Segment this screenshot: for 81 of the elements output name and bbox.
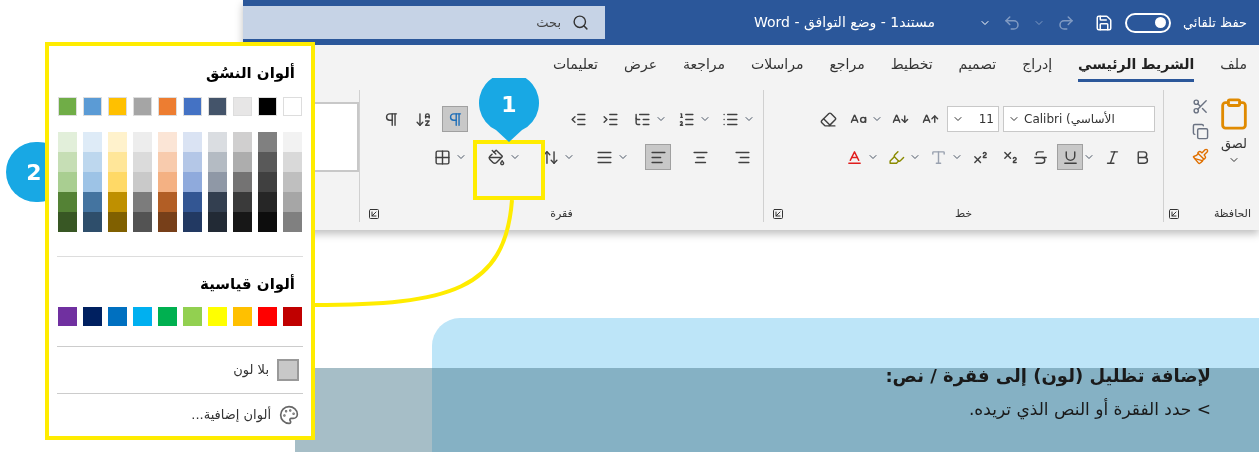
autosave-toggle[interactable] xyxy=(1125,12,1171,33)
color-swatch[interactable] xyxy=(283,96,302,116)
color-swatch[interactable] xyxy=(58,307,77,326)
font-color-icon xyxy=(845,148,863,166)
dialog-launcher-icon[interactable] xyxy=(1168,207,1180,220)
search-field[interactable]: بحث xyxy=(243,6,605,39)
text-effects-icon xyxy=(929,148,947,166)
search-icon xyxy=(572,14,589,31)
save-icon[interactable] xyxy=(1095,13,1113,32)
color-swatch[interactable] xyxy=(133,96,152,116)
ribbon-tab[interactable]: ملف xyxy=(1220,53,1247,82)
color-swatch[interactable] xyxy=(83,307,102,326)
color-swatch[interactable] xyxy=(83,96,102,116)
paste-button[interactable]: لصق xyxy=(1217,94,1251,206)
group-label: خط xyxy=(954,205,973,222)
color-swatch[interactable] xyxy=(183,96,202,116)
shade-column[interactable] xyxy=(233,131,252,232)
color-swatch[interactable] xyxy=(258,307,277,326)
underline-icon xyxy=(1061,148,1079,166)
toggle-knob xyxy=(1155,17,1166,28)
shade-column[interactable] xyxy=(158,131,177,232)
ribbon-tab[interactable]: مراجع xyxy=(829,53,865,82)
color-swatch[interactable] xyxy=(233,307,252,326)
format-painter-icon[interactable] xyxy=(1192,148,1209,165)
menu-heading: ألوان قياسية xyxy=(199,273,295,295)
color-swatch[interactable] xyxy=(233,96,252,116)
shade-column[interactable] xyxy=(133,131,152,232)
color-swatch[interactable] xyxy=(208,307,227,326)
color-swatch[interactable] xyxy=(158,96,177,116)
eraser-icon xyxy=(819,110,837,128)
color-swatch[interactable] xyxy=(208,96,227,116)
ribbon-tab[interactable]: عرض xyxy=(624,53,657,82)
no-color-item[interactable]: بلا لون xyxy=(57,347,303,393)
numbered-list-icon xyxy=(677,110,695,128)
ribbon-tab[interactable]: الشريط الرئيسي xyxy=(1078,53,1195,82)
copy-icon[interactable] xyxy=(1192,123,1209,140)
font-name-field[interactable]: Calibri (الأساسي xyxy=(1003,106,1155,132)
ribbon-tab[interactable]: تخطيط xyxy=(890,53,933,82)
shade-column[interactable] xyxy=(108,131,127,232)
color-swatch[interactable] xyxy=(133,307,152,326)
callout-number: 2 xyxy=(25,159,43,187)
card-heading: لإضافة تظليل (لون) إلى فقرة / نص: xyxy=(885,364,1211,389)
menu-heading: ألوان النسُق xyxy=(204,62,295,84)
shade-column[interactable] xyxy=(58,131,77,232)
color-swatch[interactable] xyxy=(108,307,127,326)
more-colors-item[interactable]: ألوان إضافية... xyxy=(57,394,303,436)
color-swatch[interactable] xyxy=(108,96,127,116)
font-size-field[interactable]: 11 xyxy=(947,106,999,132)
shade-column[interactable] xyxy=(258,131,277,232)
borders-icon xyxy=(433,148,451,166)
highlight-frame xyxy=(473,140,545,200)
paint-bucket-icon xyxy=(487,148,505,166)
ribbon-button[interactable] xyxy=(645,144,671,170)
color-swatch[interactable] xyxy=(283,307,302,326)
ribbon-tab[interactable]: تصميم xyxy=(958,53,997,82)
ribbon-tab[interactable]: إدراج xyxy=(1022,53,1053,82)
dialog-launcher-icon[interactable] xyxy=(368,207,380,220)
group-label: الحافظة xyxy=(1213,205,1251,222)
ribbon-button[interactable] xyxy=(1057,144,1095,170)
ribbon-tab[interactable]: مراسلات xyxy=(751,53,804,82)
callout-number: 1 xyxy=(500,91,518,119)
palette-icon xyxy=(279,405,299,425)
color-swatch[interactable] xyxy=(158,307,177,326)
scissors-icon[interactable] xyxy=(1192,98,1209,115)
sort-icon xyxy=(414,110,432,128)
shade-column[interactable] xyxy=(83,131,102,232)
color-swatch[interactable] xyxy=(58,96,77,116)
strikethrough-icon xyxy=(1031,148,1049,166)
dialog-launcher-icon[interactable] xyxy=(772,207,784,220)
group-label: فقرة xyxy=(550,205,573,222)
ribbon-tab[interactable]: مراجعة xyxy=(683,53,726,82)
highlighter-icon xyxy=(887,148,905,166)
card-step: > حدد الفقرة أو النص الذي تريده. xyxy=(885,397,1211,423)
window-title: مستند1 - وضع التوافق - Word xyxy=(753,13,935,33)
shade-column[interactable] xyxy=(208,131,227,232)
ribbon-tab[interactable]: تعليمات xyxy=(552,53,598,82)
autosave-label: حفظ تلقائي xyxy=(1183,13,1247,32)
empty-swatch-icon xyxy=(277,359,299,381)
shade-column[interactable] xyxy=(183,131,202,232)
color-swatch[interactable] xyxy=(258,96,277,116)
color-swatch[interactable] xyxy=(183,307,202,326)
